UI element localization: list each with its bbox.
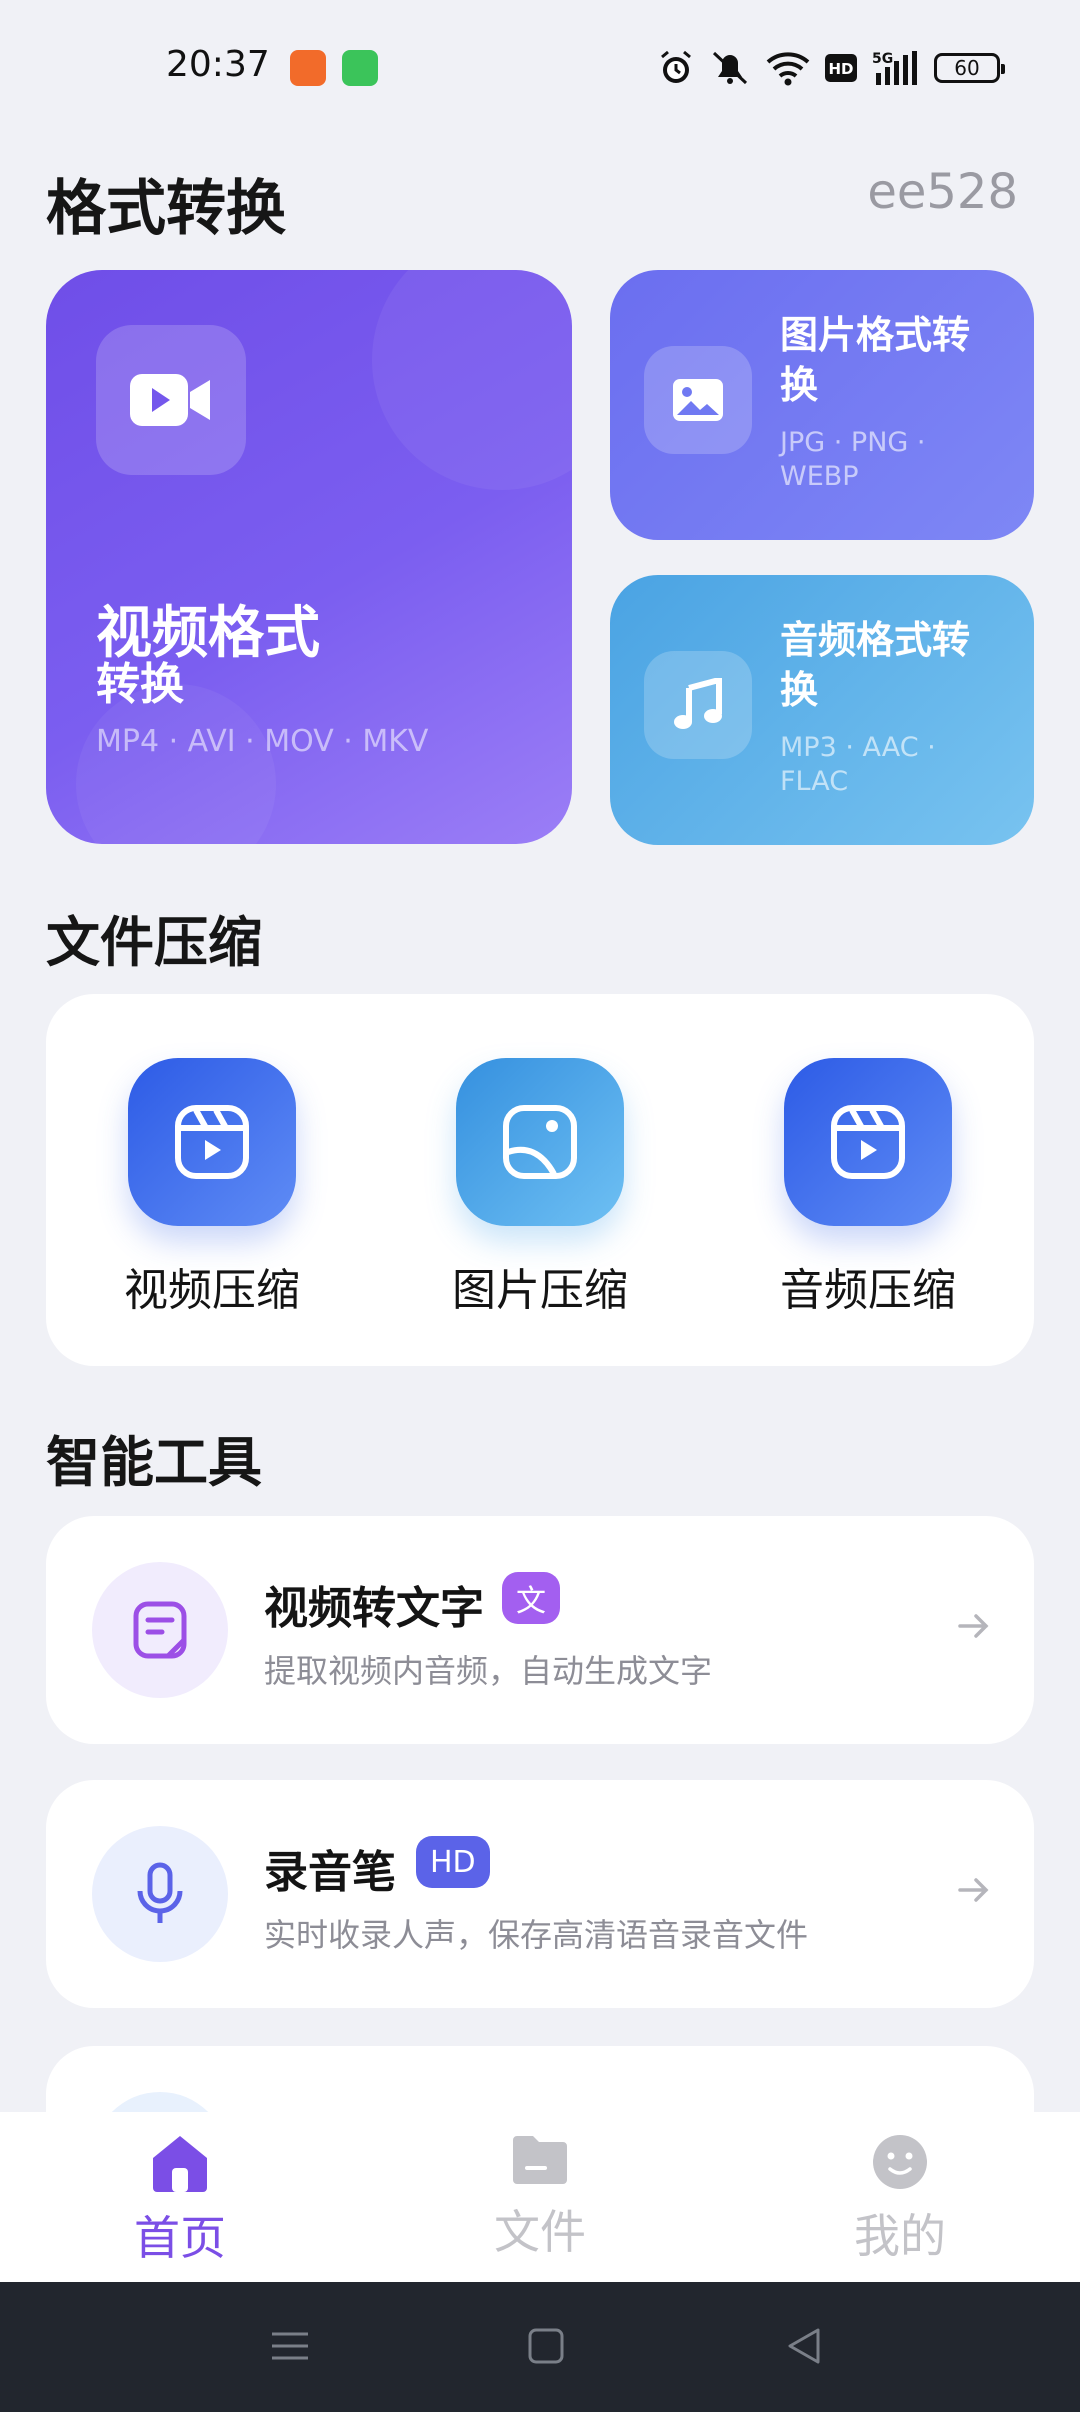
tool-title: 录音笔: [264, 1847, 396, 1898]
tool-title: 视频转文字: [264, 1583, 484, 1634]
svg-text:5G: 5G: [872, 51, 893, 67]
image-card-formats: JPG · PNG · WEBP: [780, 427, 926, 492]
video-compress-icon: [128, 1058, 296, 1226]
alarm-icon: [658, 48, 694, 88]
home-square-icon[interactable]: [526, 2326, 566, 2370]
back-triangle-icon[interactable]: [784, 2326, 824, 2370]
audio-card-formats: MP3 · AAC · FLAC: [780, 732, 936, 797]
nav-label: 文件: [494, 2205, 586, 2259]
audio-format-card[interactable]: 音频格式转换 MP3 · AAC · FLAC: [610, 575, 1034, 845]
folder-icon: [513, 2136, 567, 2184]
microphone-icon: [92, 1826, 228, 1962]
status-bar: 20:37 HD 5G 60: [0, 0, 1080, 140]
video-card-subtitle: 转换: [96, 659, 184, 710]
image-compress-icon: [456, 1058, 624, 1226]
nav-profile[interactable]: 我的: [800, 2132, 1000, 2266]
text-badge: 文: [502, 1572, 560, 1624]
mute-icon: [708, 48, 752, 88]
profile-face-icon: [873, 2135, 927, 2189]
voice-recorder-tool[interactable]: 录音笔 HD 实时收录人声，保存高清语音录音文件: [46, 1780, 1034, 2008]
bottom-nav: 首页 文件 我的: [0, 2112, 1080, 2282]
battery-icon: 60: [934, 53, 1005, 83]
image-format-card[interactable]: 图片格式转换 JPG · PNG · WEBP: [610, 270, 1034, 540]
image-compress-label: 图片压缩: [452, 1265, 628, 1316]
hd-badge: HD: [416, 1836, 490, 1888]
wifi-icon: [766, 48, 810, 88]
image-icon: [644, 346, 752, 454]
audio-compress-button[interactable]: 音频压缩: [748, 1058, 988, 1318]
music-note-icon: [644, 651, 752, 759]
video-card-formats: MP4 · AVI · MOV · MKV: [96, 724, 429, 759]
messages-app-icon: [342, 50, 378, 86]
menu-icon[interactable]: [270, 2326, 310, 2370]
tool-description: 实时收录人声，保存高清语音录音文件: [264, 1916, 809, 1954]
page-title: 格式转换: [46, 174, 286, 244]
nav-home[interactable]: 首页: [80, 2132, 280, 2268]
arrow-right-icon: [954, 1606, 994, 1650]
hd-icon: HD: [824, 48, 858, 88]
nav-files[interactable]: 文件: [440, 2132, 640, 2262]
video-compress-button[interactable]: 视频压缩: [92, 1058, 332, 1318]
system-nav-bar: [0, 2282, 1080, 2412]
video-compress-label: 视频压缩: [124, 1265, 300, 1316]
nav-label: 首页: [134, 2211, 226, 2265]
signal-5g-icon: 5G: [872, 48, 920, 88]
user-id[interactable]: ee528: [867, 164, 1018, 220]
nav-label: 我的: [854, 2209, 946, 2263]
books-app-icon: [290, 50, 326, 86]
image-card-title: 图片格式转换: [780, 313, 971, 407]
video-to-text-tool[interactable]: 视频转文字 文 提取视频内音频，自动生成文字: [46, 1516, 1034, 1744]
image-compress-button[interactable]: 图片压缩: [420, 1058, 660, 1318]
tool-description: 提取视频内音频，自动生成文字: [264, 1652, 713, 1690]
video-format-card[interactable]: 视频格式 转换 MP4 · AVI · MOV · MKV: [46, 270, 572, 844]
audio-card-title: 音频格式转换: [780, 618, 971, 712]
video-camera-icon: [96, 325, 246, 475]
tools-section-title: 智能工具: [46, 1431, 262, 1494]
svg-text:HD: HD: [828, 60, 853, 78]
card-decoration: [372, 270, 572, 490]
home-icon: [153, 2136, 207, 2192]
arrow-right-icon: [954, 1870, 994, 1914]
audio-compress-icon: [784, 1058, 952, 1226]
audio-compress-label: 音频压缩: [780, 1265, 956, 1316]
status-time: 20:37: [166, 44, 270, 85]
document-icon: [92, 1562, 228, 1698]
compress-section-title: 文件压缩: [46, 911, 262, 974]
compress-panel: 视频压缩 图片压缩 音频压缩: [46, 994, 1034, 1366]
